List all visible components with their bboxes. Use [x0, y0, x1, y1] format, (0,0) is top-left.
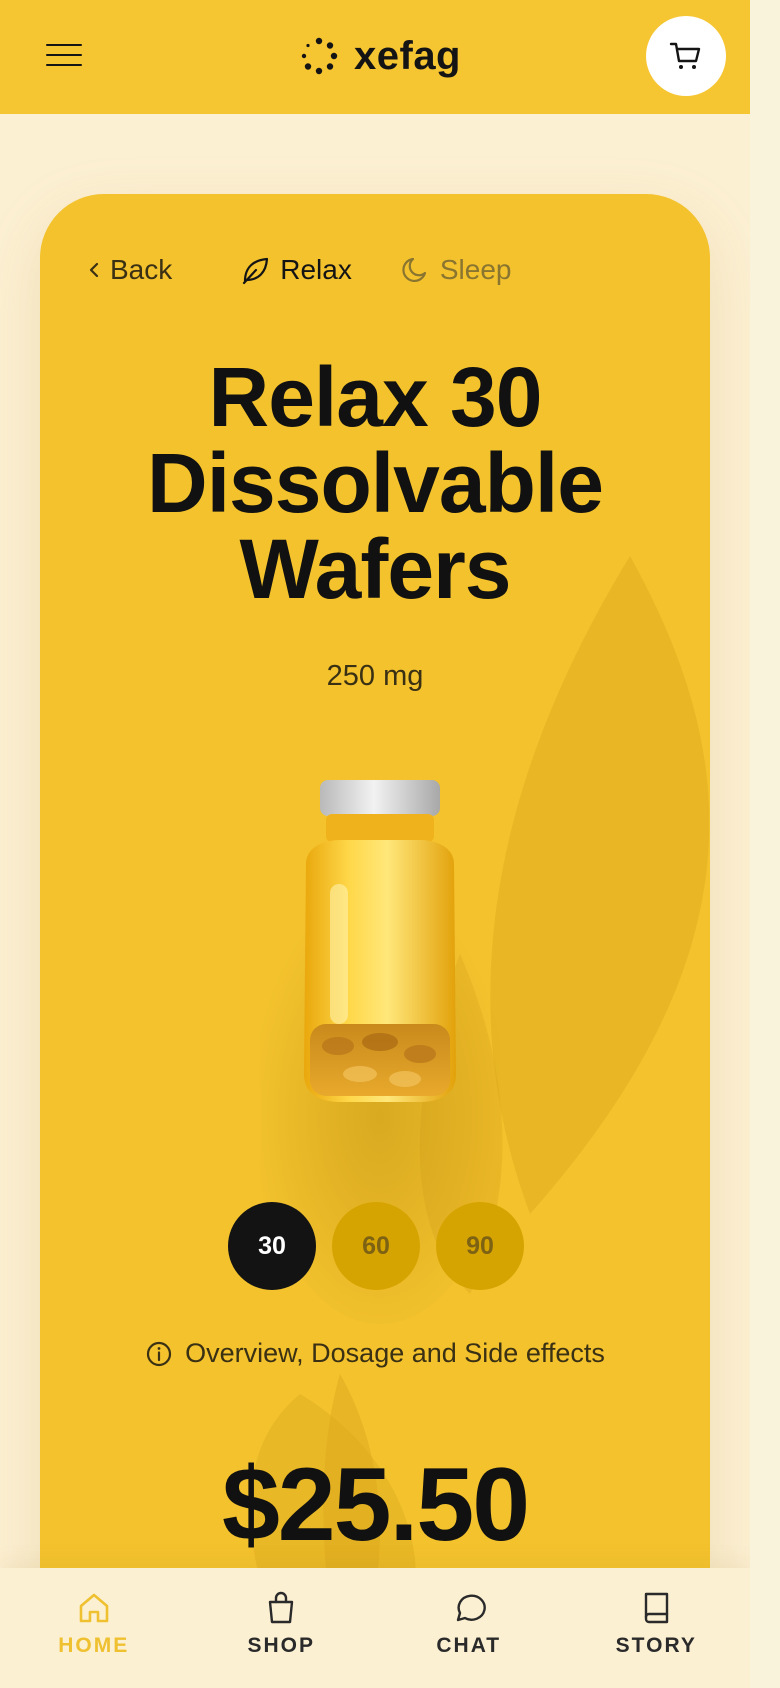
brand-logo[interactable]: xefag	[300, 30, 461, 82]
app-screen: xefag Back Relax Sleep Relax 30 Dissolva…	[0, 0, 750, 1688]
product-card: Back Relax Sleep Relax 30 Dissolvable Wa…	[40, 194, 710, 1614]
category-relax-label: Relax	[280, 254, 352, 285]
pack-option-90[interactable]: 90	[436, 1202, 524, 1290]
cart-icon	[669, 42, 701, 69]
title-line: Wafers	[239, 522, 512, 616]
tab-shop[interactable]: SHOP	[188, 1568, 376, 1688]
category-relax[interactable]: Relax	[240, 254, 352, 286]
bottom-tab-bar: HOME SHOP CHAT STORY	[0, 1568, 750, 1688]
tab-home[interactable]: HOME	[0, 1568, 188, 1688]
chat-bubble-icon	[456, 1594, 486, 1622]
tab-home-label: HOME	[58, 1634, 130, 1657]
top-header: xefag	[0, 0, 750, 114]
pack-option-30[interactable]: 30	[228, 1202, 316, 1290]
back-label: Back	[110, 254, 173, 285]
logo-dots-icon	[301, 37, 338, 75]
page-edge	[750, 0, 780, 1688]
tab-story[interactable]: STORY	[563, 1568, 751, 1688]
product-title: Relax 30 Dissolvable Wafers	[40, 354, 710, 612]
leaf-icon	[243, 257, 269, 285]
category-sleep[interactable]: Sleep	[400, 254, 512, 286]
home-icon	[79, 1593, 109, 1623]
tab-chat[interactable]: CHAT	[375, 1568, 563, 1688]
moon-icon	[402, 257, 426, 282]
title-line: Relax 30	[208, 350, 543, 444]
chevron-left-icon	[89, 262, 99, 278]
info-icon	[147, 1341, 172, 1366]
pack-option-60[interactable]: 60	[332, 1202, 420, 1290]
info-link[interactable]: Overview, Dosage and Side effects	[40, 1338, 710, 1369]
brand-name: xefag	[354, 33, 461, 78]
title-line: Dissolvable	[147, 436, 604, 530]
book-icon	[645, 1592, 669, 1624]
pack-size-selector: 30 60 90	[228, 1202, 524, 1290]
info-link-label: Overview, Dosage and Side effects	[185, 1338, 605, 1368]
back-link[interactable]: Back	[88, 254, 172, 286]
shopping-bag-icon	[269, 1591, 294, 1624]
category-nav: Back Relax Sleep	[88, 250, 511, 290]
category-sleep-label: Sleep	[439, 254, 512, 285]
tab-shop-label: SHOP	[247, 1634, 315, 1657]
hamburger-icon[interactable]	[46, 42, 82, 68]
tab-chat-label: CHAT	[436, 1634, 502, 1657]
product-dosage: 250 mg	[326, 660, 424, 692]
product-price: $25.50	[221, 1447, 530, 1563]
cart-button[interactable]	[646, 16, 726, 96]
tab-story-label: STORY	[615, 1634, 697, 1657]
